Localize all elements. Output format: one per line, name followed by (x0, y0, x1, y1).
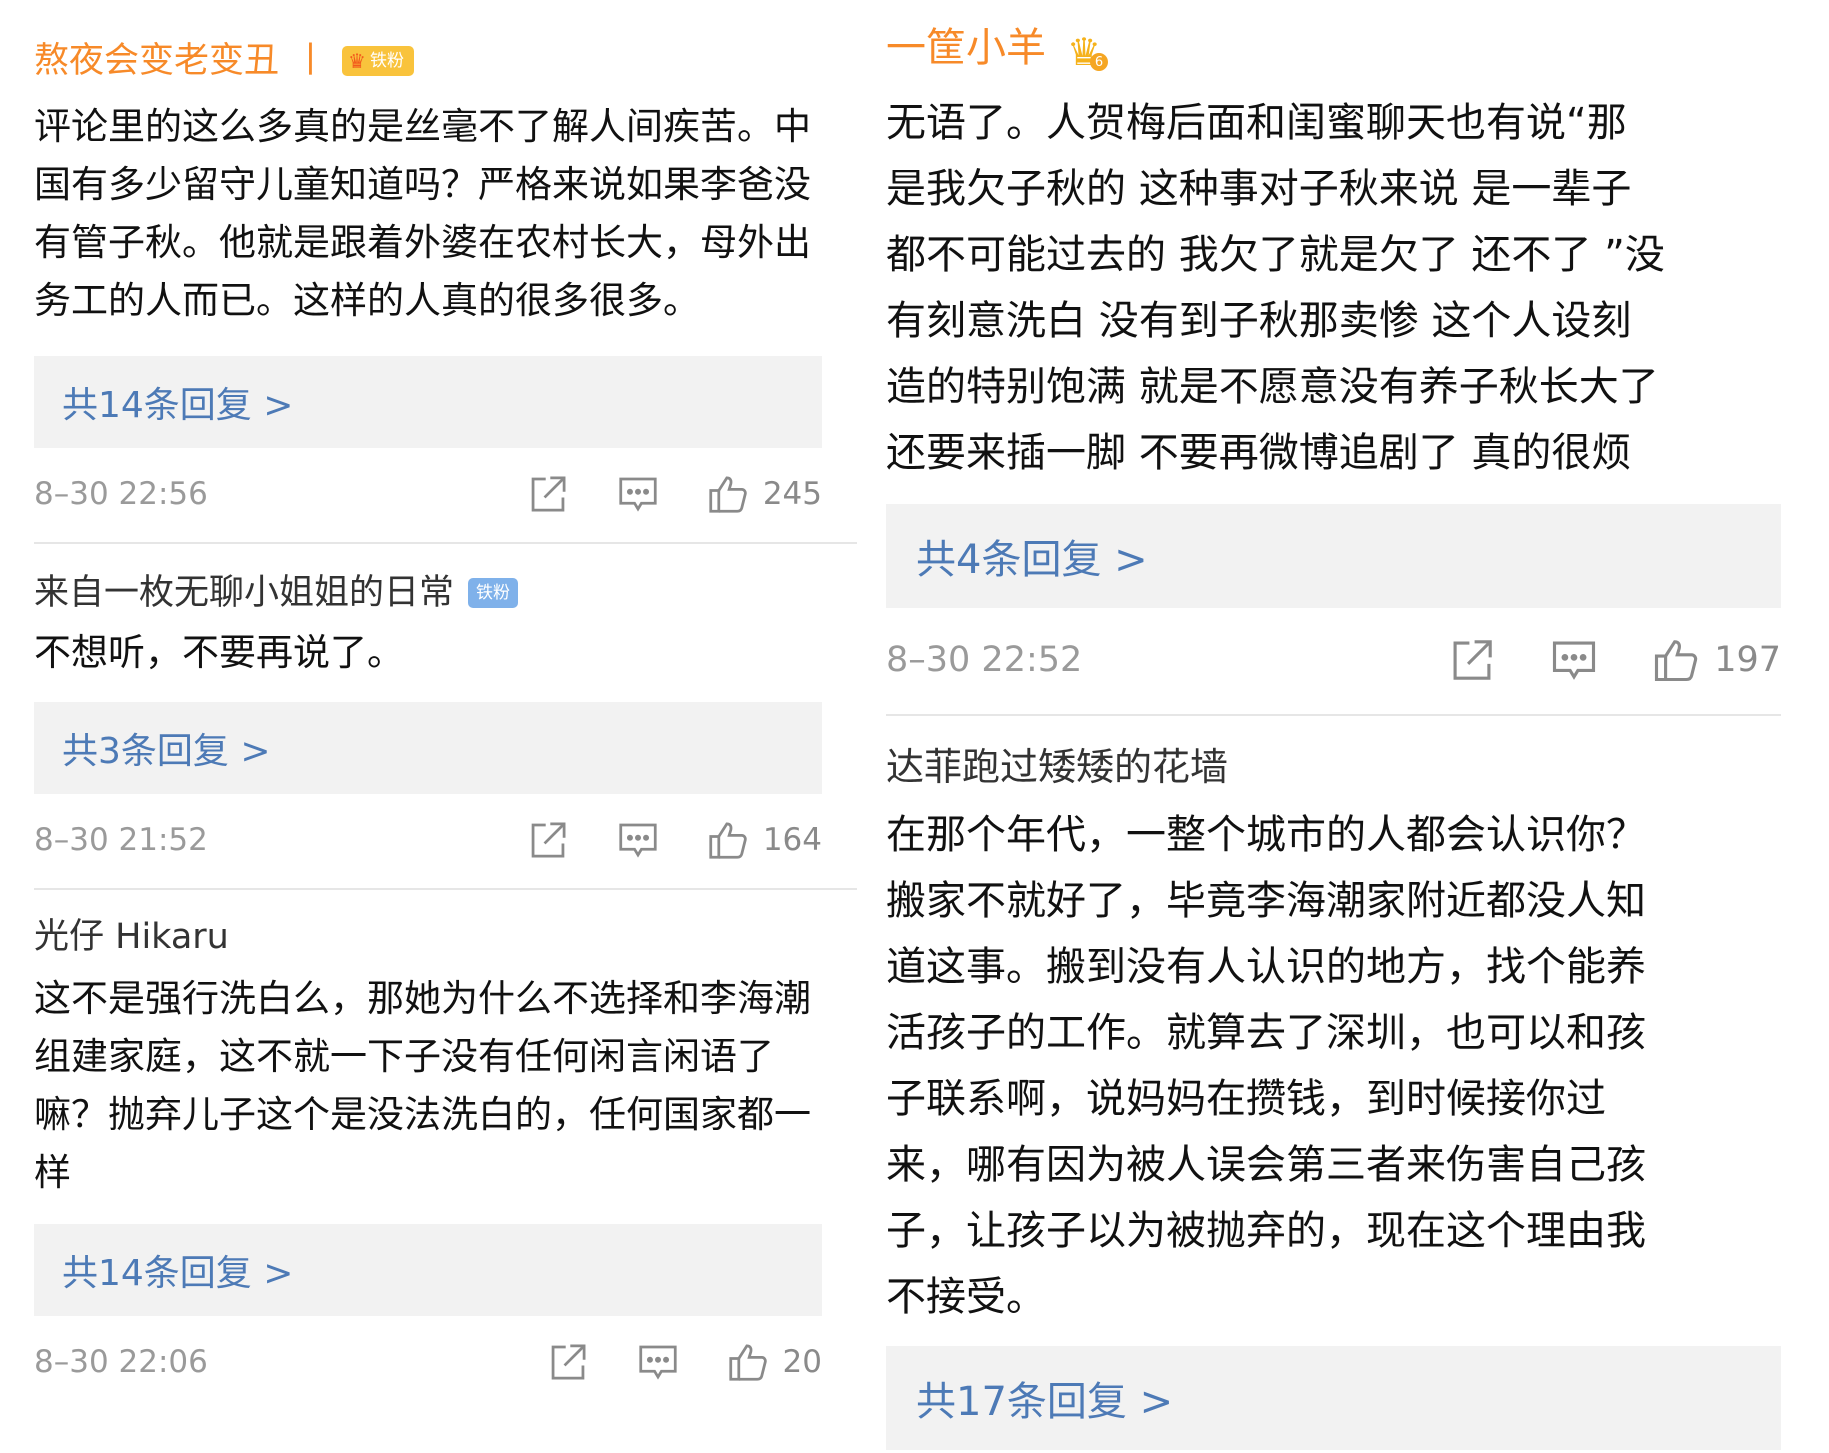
comment-text: 这不是强行洗白么，那她为什么不选择和李海潮组建家庭，这不就一下子没有任何闲言闲语… (34, 977, 811, 1194)
author-row: 熬夜会变老变丑 丨 ♛ 铁粉 (34, 36, 857, 86)
comment-text-line: 在那个年代，一整个城市的人都会认识你？ (886, 812, 1646, 858)
comment-text: 评论里的这么多真的是丝毫不了解人间疾苦。中国有多少留守儿童知道吗？严格来说如果李… (34, 105, 811, 322)
comment-text-line: 活孩子的工作。就算去了深圳，也可以和孩 (886, 1010, 1646, 1056)
view-replies-button[interactable]: 共4条回复 > (886, 504, 1781, 608)
comment-meta: 8–30 22:52 197 (886, 608, 1781, 712)
comment-item: 达菲跑过矮矮的花墙 在那个年代，一整个城市的人都会认识你？ 搬家不就好了，毕竟李… (886, 716, 1781, 1450)
comment-text-line: 还要来插一脚 不要再微博追剧了 真的很烦 (886, 430, 1632, 476)
view-replies-button[interactable]: 共14条回复 > (34, 356, 822, 448)
like-count: 245 (762, 476, 822, 512)
replies-label: 共17条回复 > (916, 1379, 1174, 1425)
share-icon[interactable] (545, 1339, 591, 1385)
author-row: 达菲跑过矮矮的花墙 (886, 742, 1781, 792)
left-column: 熬夜会变老变丑 丨 ♛ 铁粉 评论里的这么多真的是丝毫不了解人间疾苦。中国有多少… (34, 0, 857, 1408)
like-icon[interactable] (705, 817, 751, 863)
like-count: 20 (782, 1344, 822, 1380)
comment-text-line: 都不可能过去的 我欠了就是欠了 还不了 ”没 (886, 232, 1665, 278)
comment-text-line: 子联系啊，说妈妈在攒钱，到时候接你过 (886, 1076, 1606, 1122)
comment-actions: 20 (501, 1339, 822, 1385)
comment-screenshot: 熬夜会变老变丑 丨 ♛ 铁粉 评论里的这么多真的是丝毫不了解人间疾苦。中国有多少… (0, 0, 1829, 1453)
comment-text-line: 来，哪有因为被人误会第三者来伤害自己孩 (886, 1142, 1646, 1188)
replies-label: 共4条回复 > (916, 537, 1148, 583)
comment-meta: 8–30 22:06 20 (34, 1316, 822, 1408)
replies-label: 共14条回复 > (62, 385, 294, 426)
badge-label: 铁粉 (369, 50, 404, 71)
view-replies-button[interactable]: 共3条回复 > (34, 702, 822, 794)
author-separator: 丨 (293, 40, 329, 81)
comment-actions: 164 (481, 817, 822, 863)
comment-time: 8–30 22:52 (886, 640, 1083, 680)
comment-item: 光仔 Hikaru 这不是强行洗白么，那她为什么不选择和李海潮组建家庭，这不就一… (34, 890, 857, 1408)
iron-fan-badge: 铁粉 (468, 578, 519, 608)
replies-label: 共3条回复 > (62, 731, 271, 772)
share-icon[interactable] (525, 471, 571, 517)
author-name[interactable]: 熬夜会变老变丑 (34, 43, 279, 79)
badge-label: 铁粉 (476, 582, 511, 603)
comment-meta: 8–30 21:52 164 (34, 794, 822, 886)
comment-icon[interactable] (615, 817, 661, 863)
comment-text-line: 无语了。人贺梅后面和闺蜜聊天也有说“那 (886, 100, 1627, 146)
like-icon[interactable] (725, 1339, 771, 1385)
comment-text-line: 是我欠子秋的 这种事对子秋来说 是一辈子 (886, 166, 1632, 212)
comment-text-line: 不接受。 (886, 1274, 1046, 1320)
comment-text: 不想听，不要再说了。 (34, 631, 404, 674)
comment-text-line: 有刻意洗白 没有到子秋那卖惨 这个人设刻 (886, 298, 1632, 344)
comment-item: 一筐小羊 ♛ 6 无语了。人贺梅后面和闺蜜聊天也有说“那 是我欠子秋的 这种事对… (886, 0, 1781, 716)
comment-icon[interactable] (1548, 634, 1600, 686)
share-icon[interactable] (1446, 634, 1498, 686)
vip-crown-badge: ♛ 6 (1062, 25, 1108, 71)
comment-item: 来自一枚无聊小姐姐的日常 铁粉 不想听，不要再说了。 共3条回复 > 8–30 … (34, 544, 857, 890)
comment-icon[interactable] (635, 1339, 681, 1385)
right-column: 一筐小羊 ♛ 6 无语了。人贺梅后面和闺蜜聊天也有说“那 是我欠子秋的 这种事对… (886, 0, 1781, 1450)
view-replies-button[interactable]: 共17条回复 > (886, 1346, 1781, 1450)
comment-time: 8–30 21:52 (34, 822, 208, 858)
comment-text-line: 造的特别饱满 就是不愿意没有养子秋长大了 (886, 364, 1659, 410)
comment-time: 8–30 22:06 (34, 1344, 208, 1380)
like-count: 164 (762, 822, 822, 858)
comment-meta: 8–30 22:56 245 (34, 448, 822, 540)
comment-text-line: 子，让孩子以为被抛弃的，现在这个理由我 (886, 1208, 1646, 1254)
iron-fan-badge: ♛ 铁粉 (342, 46, 414, 76)
comment-time: 8–30 22:56 (34, 476, 208, 512)
author-name[interactable]: 光仔 Hikaru (34, 919, 229, 955)
comment-text-line: 道这事。搬到没有人认识的地方，找个能养 (886, 944, 1646, 990)
comment-actions: 245 (481, 471, 822, 517)
comment-icon[interactable] (615, 471, 661, 517)
comment-text: 在那个年代，一整个城市的人都会认识你？ 搬家不就好了，毕竟李海潮家附近都没人知 … (886, 802, 1781, 1330)
comment-item: 熬夜会变老变丑 丨 ♛ 铁粉 评论里的这么多真的是丝毫不了解人间疾苦。中国有多少… (34, 0, 857, 544)
share-icon[interactable] (525, 817, 571, 863)
author-row: 光仔 Hikaru (34, 912, 857, 962)
like-icon[interactable] (705, 471, 751, 517)
view-replies-button[interactable]: 共14条回复 > (34, 1224, 822, 1316)
crown-icon: ♛ (348, 49, 366, 73)
badge-level: 6 (1090, 53, 1108, 71)
author-name[interactable]: 达菲跑过矮矮的花墙 (886, 748, 1228, 786)
like-icon[interactable] (1650, 634, 1702, 686)
comment-text-line: 搬家不就好了，毕竟李海潮家附近都没人知 (886, 878, 1646, 924)
comment-actions: 197 (1396, 634, 1781, 686)
author-name[interactable]: 来自一枚无聊小姐姐的日常 (34, 575, 454, 611)
author-row: 一筐小羊 ♛ 6 (886, 22, 1781, 74)
author-name[interactable]: 一筐小羊 (886, 28, 1046, 68)
replies-label: 共14条回复 > (62, 1253, 294, 1294)
comment-text: 无语了。人贺梅后面和闺蜜聊天也有说“那 是我欠子秋的 这种事对子秋来说 是一辈子… (886, 90, 1781, 486)
like-count: 197 (1714, 640, 1781, 680)
author-row: 来自一枚无聊小姐姐的日常 铁粉 (34, 568, 857, 618)
